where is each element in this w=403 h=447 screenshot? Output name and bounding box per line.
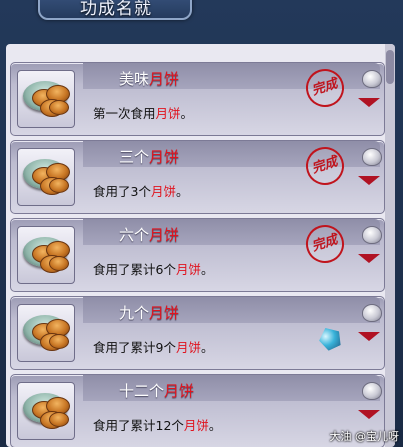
- achievement-name: 美味月饼: [119, 70, 180, 88]
- shell-reward-icon[interactable]: [362, 382, 382, 400]
- mooncake-icon: [17, 304, 75, 362]
- achievement-name: 六个月饼: [119, 226, 180, 244]
- achievement-desc: 食用了累计12个月饼。: [93, 418, 222, 433]
- window-title: 功成名就: [80, 0, 152, 19]
- expand-arrow-icon[interactable]: [358, 332, 380, 341]
- achievement-desc: 第一次食用月饼。: [93, 106, 194, 121]
- achievement-card[interactable]: 六个月饼 食用了累计6个月饼。 完成: [10, 218, 385, 292]
- achievement-card[interactable]: 九个月饼 食用了累计9个月饼。: [10, 296, 385, 370]
- mooncake-icon: [17, 70, 75, 128]
- achievement-desc: 食用了3个月饼。: [93, 184, 189, 199]
- scroll-thumb[interactable]: [386, 50, 394, 84]
- shell-reward-icon[interactable]: [362, 148, 382, 166]
- achievement-desc: 食用了累计6个月饼。: [93, 262, 214, 277]
- achievement-list[interactable]: 美味月饼 第一次食用月饼。 完成 三个月饼 食用了3个月饼。 完成 六个月饼 食…: [6, 44, 395, 447]
- achievement-card[interactable]: 三个月饼 食用了3个月饼。 完成: [10, 140, 385, 214]
- mooncake-icon: [17, 226, 75, 284]
- expand-arrow-icon[interactable]: [358, 176, 380, 185]
- gem-reward-icon[interactable]: [315, 323, 344, 352]
- achievement-card[interactable]: 美味月饼 第一次食用月饼。 完成: [10, 62, 385, 136]
- mooncake-icon: [17, 382, 75, 440]
- expand-arrow-icon[interactable]: [358, 410, 380, 419]
- expand-arrow-icon[interactable]: [358, 98, 380, 107]
- achievement-name: 九个月饼: [119, 304, 180, 322]
- expand-arrow-icon[interactable]: [358, 254, 380, 263]
- achievement-desc: 食用了累计9个月饼。: [93, 340, 214, 355]
- achievement-name: 十二个月饼: [119, 382, 195, 400]
- watermark: 大油 @宝儿呀: [329, 430, 400, 443]
- achievement-window: 功成名就 美味月饼 第一次食用月饼。 完成 三个月饼 食用了3个月饼。 完成 六…: [0, 0, 403, 447]
- scrollbar[interactable]: [385, 44, 395, 447]
- achievement-name: 三个月饼: [119, 148, 180, 166]
- shell-reward-icon[interactable]: [362, 304, 382, 322]
- shell-reward-icon[interactable]: [362, 70, 382, 88]
- mooncake-icon: [17, 148, 75, 206]
- shell-reward-icon[interactable]: [362, 226, 382, 244]
